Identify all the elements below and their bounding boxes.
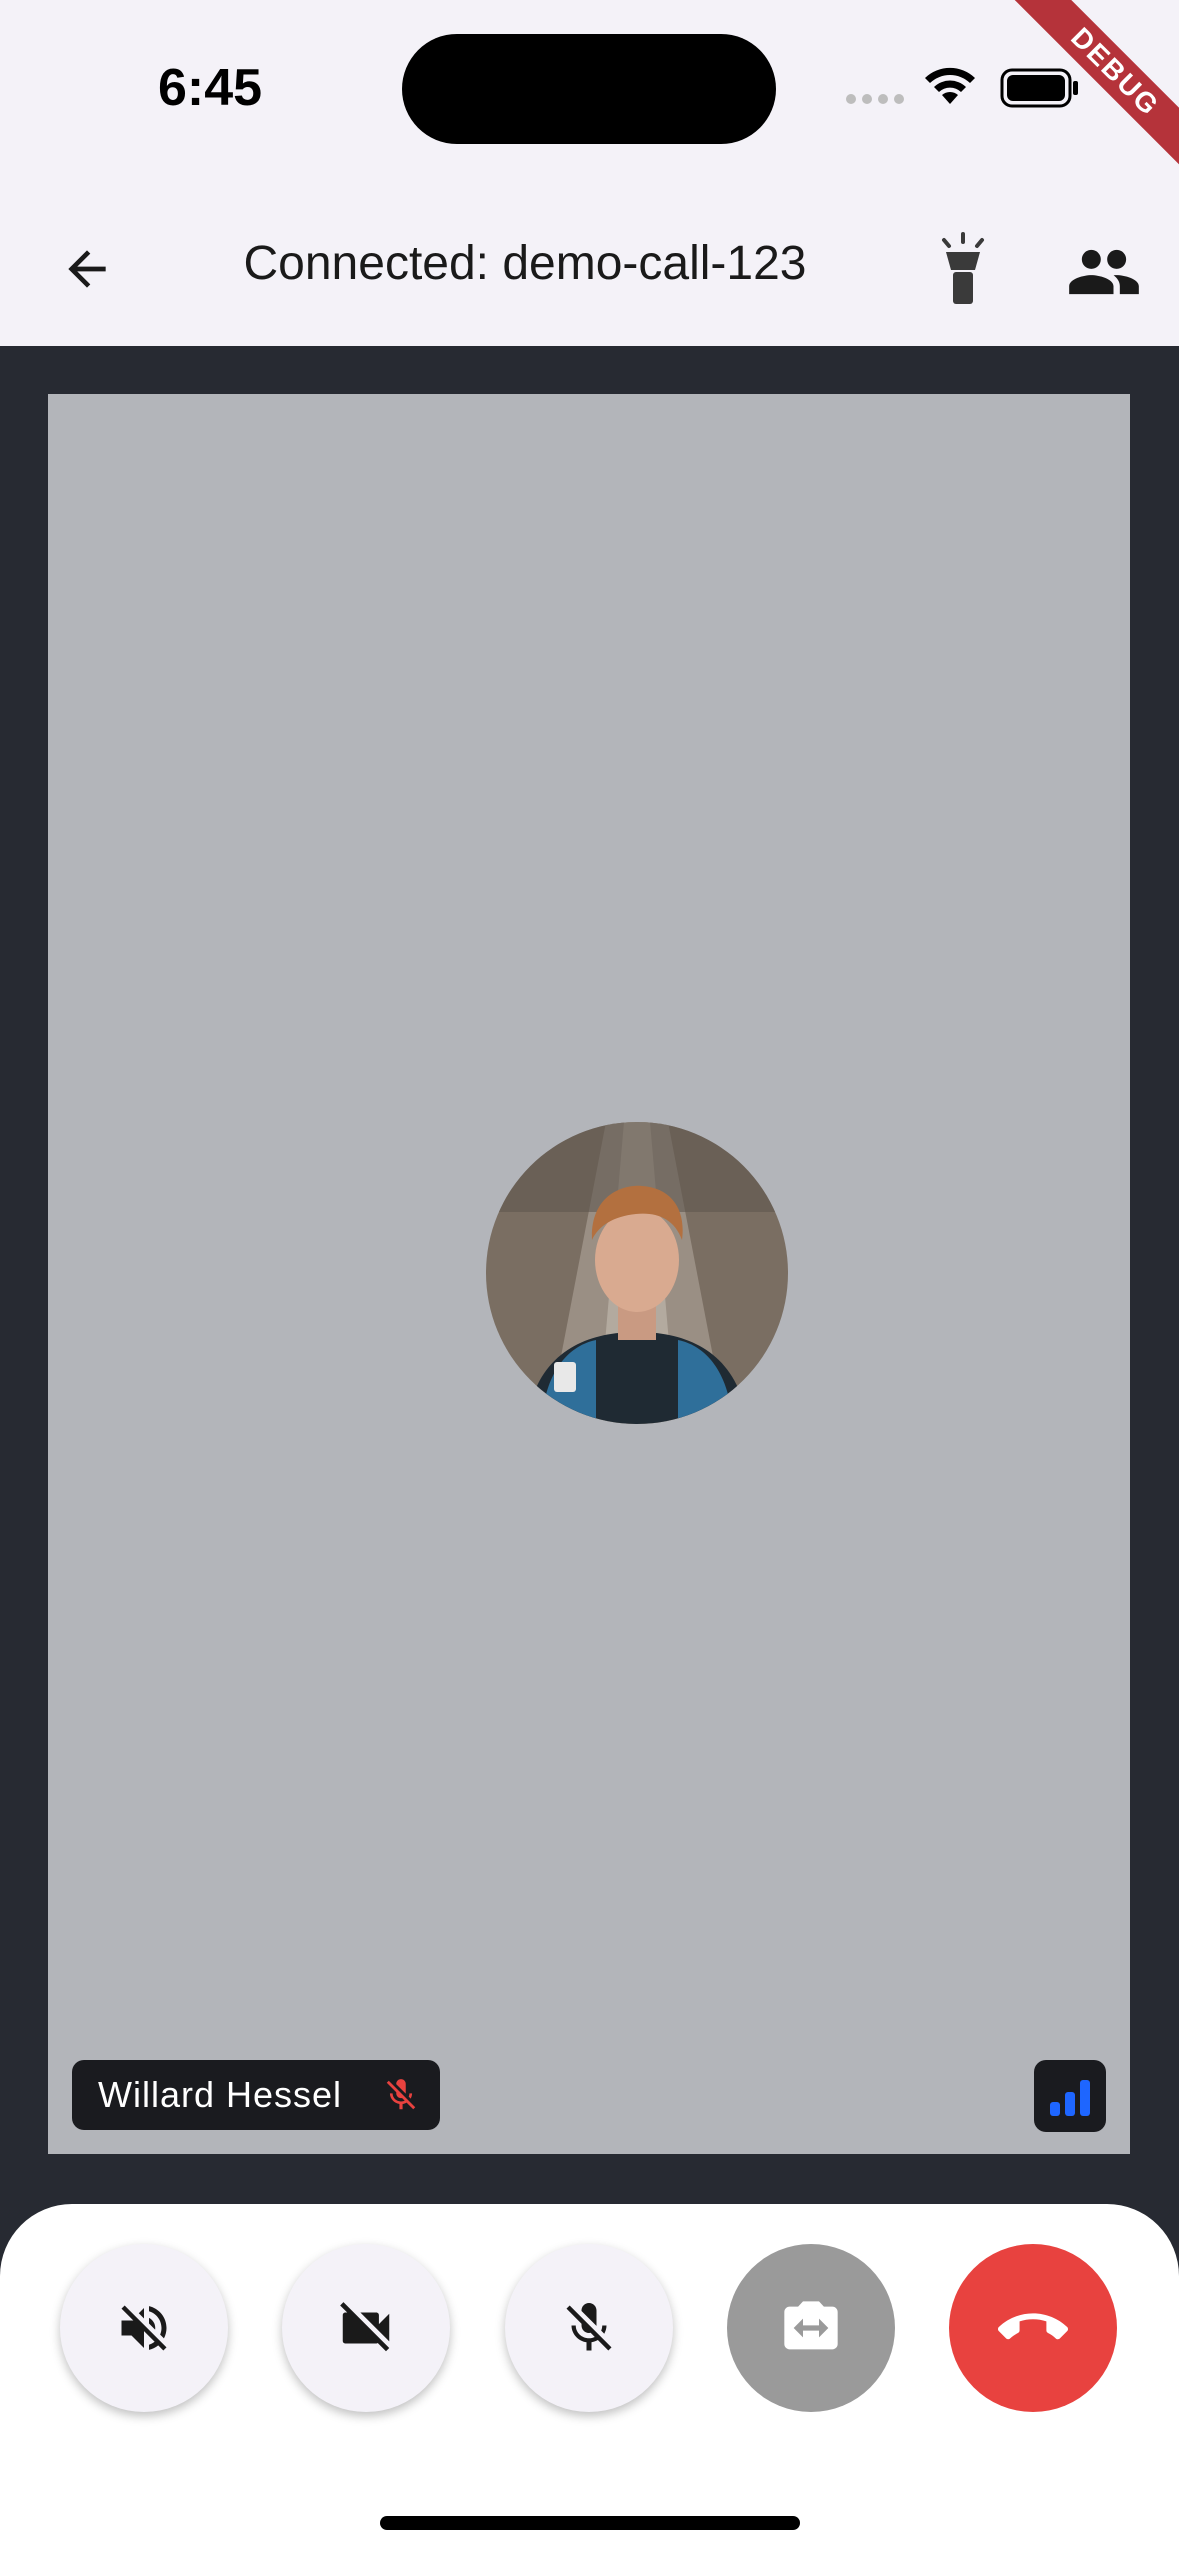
status-time: 6:45 xyxy=(158,59,263,117)
call-end-icon xyxy=(998,2313,1068,2340)
page-title: Connected: demo-call-123 xyxy=(243,237,807,290)
speaker-toggle-button[interactable] xyxy=(60,2244,228,2412)
flashlight-button[interactable] xyxy=(928,230,998,306)
participant-name: Willard Hessel xyxy=(98,2074,343,2115)
app-bar: Connected: demo-call-123 xyxy=(0,190,1179,346)
avatar xyxy=(486,1122,788,1424)
participant-label: Willard Hessel xyxy=(72,2060,440,2130)
mic-off-icon xyxy=(566,2303,612,2351)
signal-bars-icon xyxy=(1050,2080,1090,2116)
videocam-off-icon xyxy=(340,2302,390,2352)
home-indicator[interactable] xyxy=(380,2516,800,2530)
mic-off-icon xyxy=(386,2079,416,2110)
status-bar: 6:45 DEBUG xyxy=(0,0,1179,190)
call-controls-panel xyxy=(0,2204,1179,2556)
microphone-toggle-button[interactable] xyxy=(505,2244,673,2412)
volume-off-icon xyxy=(121,2305,167,2351)
wifi-icon xyxy=(925,67,975,104)
people-icon xyxy=(1069,249,1139,295)
participants-button[interactable] xyxy=(1066,234,1142,310)
camera-toggle-button[interactable] xyxy=(282,2244,450,2412)
flashlight-icon xyxy=(942,232,984,304)
network-quality-indicator xyxy=(1034,2060,1106,2132)
switch-camera-button[interactable] xyxy=(727,2244,895,2412)
dynamic-island xyxy=(402,34,776,144)
battery-icon xyxy=(1000,68,1078,108)
hang-up-button[interactable] xyxy=(949,2244,1117,2412)
switch-camera-icon xyxy=(784,2301,838,2350)
participant-video-tile[interactable]: Willard Hessel xyxy=(48,394,1130,2154)
cellular-signal-icon xyxy=(846,94,904,104)
